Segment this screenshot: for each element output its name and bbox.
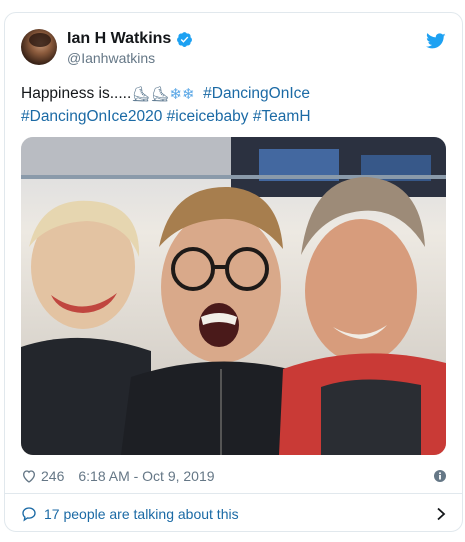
like-count[interactable]: 246 [41,468,64,484]
tweet-photo[interactable] [21,137,446,455]
snowflake-emoji: ❄ [181,86,195,103]
chevron-right-icon [437,507,446,521]
user-handle[interactable]: @Ianhwatkins [67,50,155,66]
hashtag-link[interactable]: #TeamH [253,108,311,125]
divider [5,493,462,494]
info-icon[interactable] [434,470,446,482]
tweet-timestamp[interactable]: 6:18 AM - Oct 9, 2019 [78,468,214,484]
talking-label[interactable]: 17 people are talking about this [44,506,239,522]
twitter-bird-icon[interactable] [426,33,446,50]
hashtag-link[interactable]: #DancingOnIce [203,85,310,102]
snowflake-emoji: ❄ [169,86,182,103]
display-name[interactable]: Ian H Watkins [67,30,171,48]
speech-bubble-icon [22,507,36,522]
selfie-image [21,137,446,455]
ice-skate-emoji: ⛸ [150,86,170,103]
verified-badge-icon [177,31,193,47]
tweet-header: Ian H Watkins @Ianhwatkins [21,29,446,69]
embedded-tweet-card[interactable]: Ian H Watkins @Ianhwatkins Happiness is.… [4,12,463,532]
avatar[interactable] [21,29,57,65]
tweet-text: Happiness is.....⛸⛸❄❄ #DancingOnIce #Dan… [21,83,446,128]
hashtag-link[interactable]: #iceicebaby [167,108,249,125]
tweet-meta-row: 246 6:18 AM - Oct 9, 2019 [21,465,446,487]
ice-skate-emoji: ⛸ [131,86,151,103]
name-row: Ian H Watkins [67,30,193,48]
tweet-text-start: Happiness is..... [21,85,132,102]
conversation-link[interactable]: 17 people are talking about this [21,502,446,526]
hashtag-link[interactable]: #DancingOnIce2020 [21,108,162,125]
heart-icon[interactable] [21,468,37,484]
